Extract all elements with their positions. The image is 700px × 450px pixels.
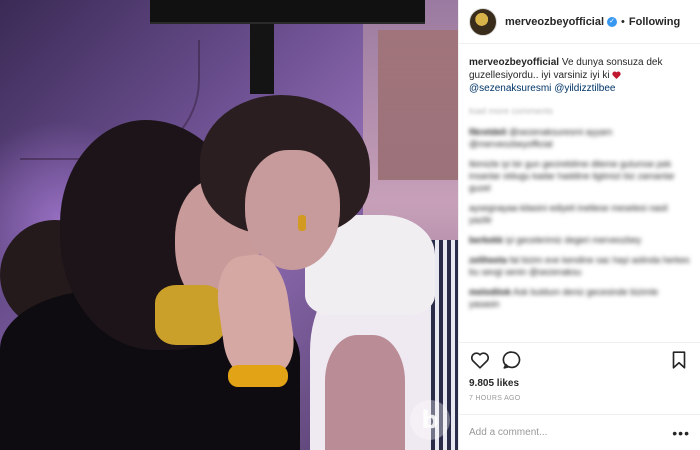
- comment-item: melodiiok Ask buldum deniz gecesinde biz…: [469, 286, 690, 310]
- post-header: merveozbeyofficial ✓ • Following: [459, 0, 700, 44]
- comment-username[interactable]: fikretdeli: [469, 127, 507, 137]
- action-bar: [459, 342, 700, 376]
- verified-badge-icon: ✓: [607, 16, 618, 27]
- comment-item: Ikimizle iyi bir gun gecirebilme dileme …: [469, 158, 690, 194]
- watermark-logo: b: [410, 400, 450, 440]
- post-caption: merveozbeyofficial Ve dunya sonsuza dek …: [469, 56, 690, 95]
- heart-emoji-icon: [612, 71, 622, 79]
- post-photo[interactable]: b: [0, 0, 458, 450]
- load-more-comments[interactable]: load more comments: [469, 105, 690, 118]
- avatar[interactable]: [469, 7, 497, 36]
- heart-icon[interactable]: [469, 349, 491, 371]
- comment-input[interactable]: [469, 427, 673, 438]
- comment-username[interactable]: berkekk: [469, 235, 503, 245]
- mention-link[interactable]: @yildizztilbee: [554, 83, 615, 94]
- yellow-scarf: [155, 285, 225, 345]
- post-timestamp: 7 HOURS AGO: [469, 395, 521, 402]
- add-comment-bar: •••: [459, 414, 700, 450]
- comment-text: iyi gecelerimiz degeri merveozbey: [505, 235, 642, 245]
- bookmark-icon[interactable]: [668, 349, 690, 371]
- earring: [298, 215, 306, 231]
- comment-username[interactable]: zeliheeta: [469, 255, 507, 265]
- more-options-icon[interactable]: •••: [672, 425, 690, 441]
- caption-username[interactable]: merveozbeyofficial: [469, 57, 559, 68]
- wood-panel: [378, 30, 458, 180]
- person-right-arm: [325, 335, 405, 450]
- comment-icon[interactable]: [501, 349, 523, 371]
- person-right-face: [245, 150, 340, 270]
- comment-item: berkekk iyi gecelerimiz degeri merveozbe…: [469, 234, 690, 246]
- likes-count[interactable]: 9.805 likes: [459, 376, 700, 392]
- comments-list: merveozbeyofficial Ve dunya sonsuza dek …: [459, 44, 700, 342]
- comment-item: zeliheeta fal bizim eve kendine sac hayi…: [469, 254, 690, 278]
- following-button[interactable]: Following: [629, 16, 680, 28]
- comment-item: fikretdeli @sezenaksuresmi ayyam @merveo…: [469, 126, 690, 150]
- mention-link[interactable]: @sezenaksuresmi: [469, 83, 551, 94]
- television: [150, 0, 425, 94]
- comment-item: aysegnayaa kilasini ediyeli inetlese mes…: [469, 202, 690, 226]
- comment-text: Ikimizle iyi bir gun gecirebilme dileme …: [469, 159, 675, 193]
- comment-text: aysegnayaa kilasini ediyeli inetlese mes…: [469, 203, 668, 225]
- header-username[interactable]: merveozbeyofficial: [505, 16, 604, 28]
- post-side-panel: merveozbeyofficial ✓ • Following merveoz…: [458, 0, 700, 450]
- comment-username[interactable]: melodiiok: [469, 287, 511, 297]
- instagram-post: b merveozbeyofficial ✓ • Following merve…: [0, 0, 700, 450]
- yellow-bracelet: [228, 365, 288, 387]
- separator-dot: •: [621, 15, 625, 28]
